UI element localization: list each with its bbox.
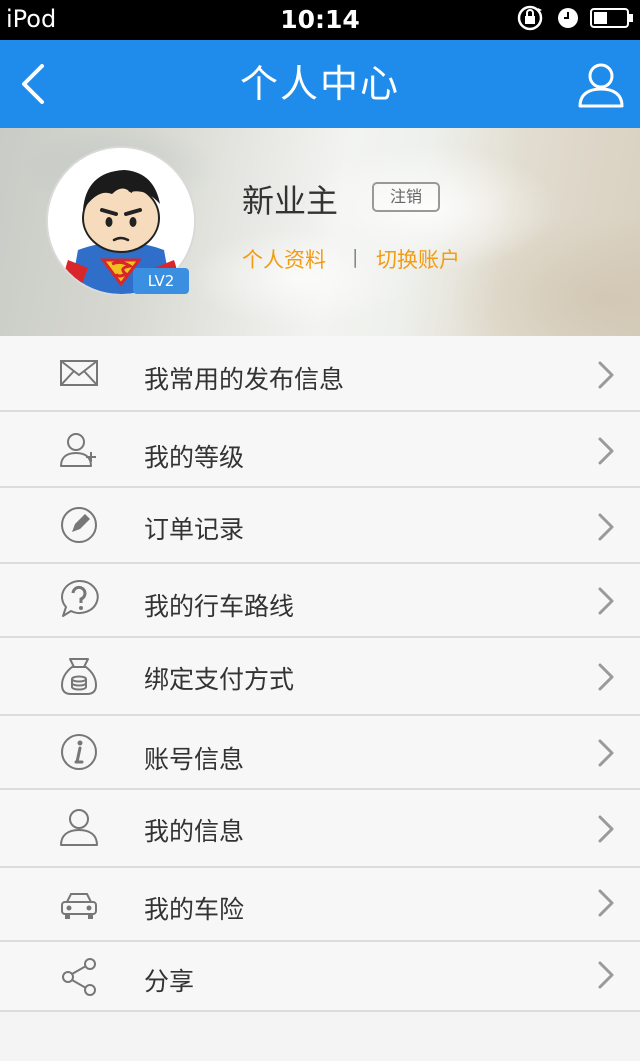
- pencil-circle-icon: [61, 507, 97, 543]
- menu-item-label: 订单记录: [144, 515, 245, 544]
- money-bag-icon: [60, 658, 98, 695]
- info-circle-icon: [61, 734, 97, 770]
- page-title: 个人中心: [239, 62, 400, 106]
- switch-account-link[interactable]: 切换账户: [376, 244, 460, 274]
- status-icons: [516, 4, 634, 36]
- menu-item-label: 我的行车路线: [144, 592, 295, 621]
- back-button[interactable]: [12, 56, 62, 112]
- battery-icon: [590, 7, 634, 33]
- chevron-right-icon: [598, 437, 614, 465]
- chevron-right-icon: [598, 663, 614, 691]
- user-plus-icon: [60, 433, 96, 467]
- car-icon: [61, 893, 97, 919]
- menu-item-payment-binding[interactable]: 绑定支付方式: [0, 638, 640, 716]
- chevron-right-icon: [598, 815, 614, 843]
- rotation-lock-icon: [516, 4, 546, 36]
- nav-bar: 个人中心: [0, 40, 640, 128]
- account-button[interactable]: [576, 60, 626, 110]
- chevron-right-icon: [598, 587, 614, 615]
- logout-button[interactable]: 注销: [372, 182, 440, 212]
- chevron-right-icon: [598, 739, 614, 767]
- user-icon: [578, 63, 624, 108]
- share-icon: [62, 958, 96, 996]
- alarm-clock-icon: [556, 6, 580, 34]
- profile-header: LV2 新业主 注销 个人资料 | 切换账户: [0, 128, 640, 336]
- menu-item-label: 我的等级: [144, 443, 245, 472]
- menu-item-order-history[interactable]: 订单记录: [0, 488, 640, 564]
- menu-item-account-info[interactable]: 账号信息: [0, 716, 640, 790]
- level-badge: LV2: [133, 268, 189, 294]
- person-icon: [60, 809, 98, 846]
- menu-item-published-info[interactable]: 我常用的发布信息: [0, 336, 640, 412]
- link-divider: |: [352, 246, 359, 268]
- menu-item-car-insurance[interactable]: 我的车险: [0, 868, 640, 942]
- question-bubble-icon: [61, 579, 99, 617]
- menu-item-label: 账号信息: [144, 745, 245, 774]
- username: 新业主: [242, 182, 339, 220]
- menu-item-label: 我的车险: [144, 895, 245, 924]
- menu-item-my-info[interactable]: 我的信息: [0, 790, 640, 868]
- status-bar: iPod 10:14: [0, 0, 640, 40]
- chevron-right-icon: [598, 889, 614, 917]
- chevron-right-icon: [598, 513, 614, 541]
- menu-item-label: 我的信息: [144, 817, 245, 846]
- menu-item-label: 分享: [144, 967, 195, 996]
- menu-item-label: 绑定支付方式: [144, 665, 295, 694]
- menu-item-label: 我常用的发布信息: [144, 365, 345, 394]
- chevron-right-icon: [598, 961, 614, 989]
- menu-item-driving-routes[interactable]: 我的行车路线: [0, 564, 640, 638]
- chevron-left-icon: [22, 64, 44, 104]
- chevron-right-icon: [598, 361, 614, 389]
- menu-item-my-level[interactable]: 我的等级: [0, 412, 640, 488]
- envelope-icon: [60, 360, 98, 386]
- menu-item-share[interactable]: 分享: [0, 942, 640, 1012]
- profile-details-link[interactable]: 个人资料: [242, 244, 326, 274]
